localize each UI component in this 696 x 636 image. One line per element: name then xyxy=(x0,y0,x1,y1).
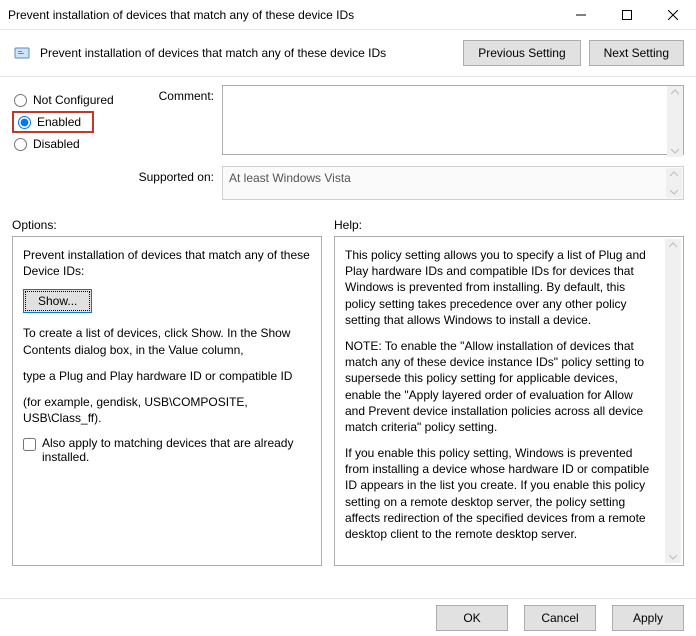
maximize-icon xyxy=(622,10,632,20)
scrollbar[interactable] xyxy=(666,168,682,198)
radio-enabled-input[interactable] xyxy=(18,116,31,129)
radio-not-configured-input[interactable] xyxy=(14,94,27,107)
options-tip-1: To create a list of devices, click Show.… xyxy=(23,325,311,357)
supported-on-label: Supported on: xyxy=(132,166,222,184)
scrollbar[interactable] xyxy=(667,86,683,157)
help-paragraph: If you disable or do not configure this … xyxy=(345,552,655,555)
options-section-label: Options: xyxy=(12,218,334,232)
minimize-icon xyxy=(576,10,586,20)
chevron-down-icon xyxy=(671,147,679,155)
header-title: Prevent installation of devices that mat… xyxy=(40,46,463,60)
window-title: Prevent installation of devices that mat… xyxy=(0,8,558,22)
radio-enabled[interactable]: Enabled xyxy=(12,111,94,133)
comment-label: Comment: xyxy=(132,85,222,103)
help-paragraph: This policy setting allows you to specif… xyxy=(345,247,655,328)
supported-on-text: At least Windows Vista xyxy=(229,171,351,185)
help-panel: This policy setting allows you to specif… xyxy=(334,236,684,566)
previous-setting-button[interactable]: Previous Setting xyxy=(463,40,580,66)
close-icon xyxy=(668,10,678,20)
close-button[interactable] xyxy=(650,0,696,30)
help-section-label: Help: xyxy=(334,218,684,232)
help-paragraph: NOTE: To enable the "Allow installation … xyxy=(345,338,655,435)
radio-disabled-input[interactable] xyxy=(14,138,27,151)
next-setting-button[interactable]: Next Setting xyxy=(589,40,684,66)
show-button[interactable]: Show... xyxy=(23,289,92,313)
chevron-up-icon xyxy=(669,241,677,249)
ok-button[interactable]: OK xyxy=(436,605,508,631)
radio-not-configured-label: Not Configured xyxy=(33,93,114,107)
policy-icon xyxy=(12,43,32,63)
options-panel: Prevent installation of devices that mat… xyxy=(12,236,322,566)
options-tip-2: type a Plug and Play hardware ID or comp… xyxy=(23,368,311,384)
help-paragraph: If you enable this policy setting, Windo… xyxy=(345,445,655,542)
radio-enabled-label: Enabled xyxy=(37,115,81,129)
chevron-up-icon xyxy=(670,170,678,178)
titlebar: Prevent installation of devices that mat… xyxy=(0,0,696,30)
divider xyxy=(0,76,696,77)
supported-on-value: At least Windows Vista xyxy=(222,166,684,200)
header: Prevent installation of devices that mat… xyxy=(0,30,696,72)
scrollbar[interactable] xyxy=(665,239,681,563)
chevron-up-icon xyxy=(671,88,679,96)
radio-not-configured[interactable]: Not Configured xyxy=(12,89,132,111)
also-apply-label: Also apply to matching devices that are … xyxy=(42,436,311,464)
comment-input[interactable] xyxy=(222,85,684,155)
apply-button[interactable]: Apply xyxy=(612,605,684,631)
maximize-button[interactable] xyxy=(604,0,650,30)
footer: OK Cancel Apply xyxy=(0,598,696,636)
options-tip-3: (for example, gendisk, USB\COMPOSITE, US… xyxy=(23,394,311,426)
cancel-button[interactable]: Cancel xyxy=(524,605,596,631)
also-apply-checkbox[interactable] xyxy=(23,438,36,451)
minimize-button[interactable] xyxy=(558,0,604,30)
state-radio-group: Not Configured Enabled Disabled xyxy=(12,85,132,208)
chevron-down-icon xyxy=(670,188,678,196)
options-heading: Prevent installation of devices that mat… xyxy=(23,247,311,279)
radio-disabled[interactable]: Disabled xyxy=(12,133,132,155)
chevron-down-icon xyxy=(669,553,677,561)
radio-disabled-label: Disabled xyxy=(33,137,80,151)
